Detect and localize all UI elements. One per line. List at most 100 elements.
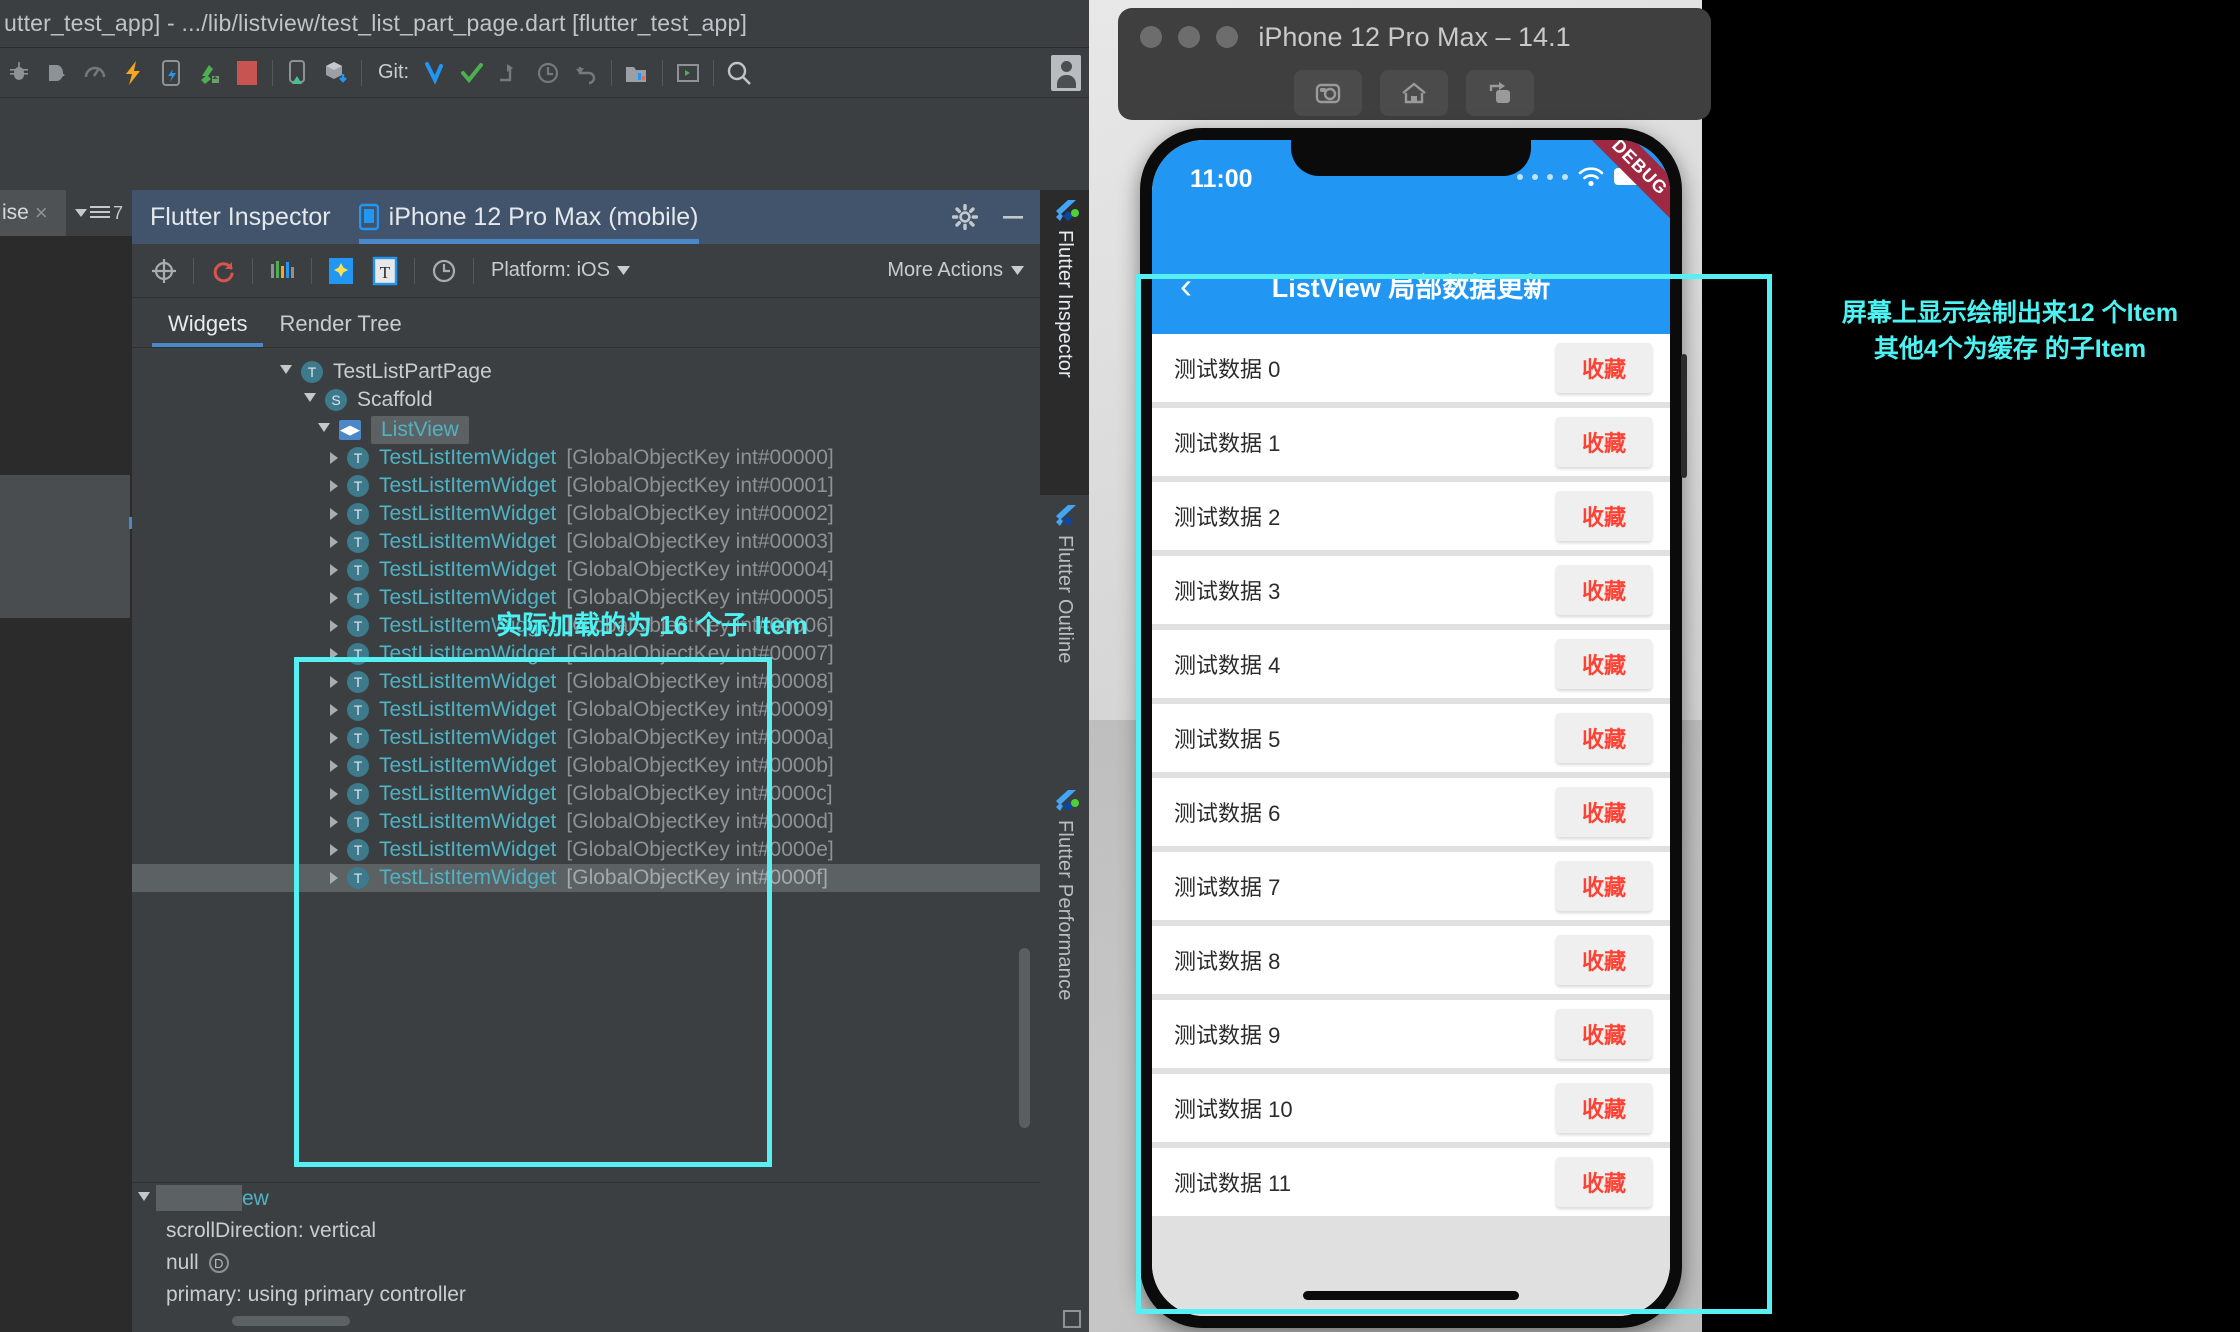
run-device-icon[interactable] bbox=[279, 54, 317, 92]
list-item[interactable]: 测试数据 5 收藏 bbox=[1152, 704, 1670, 772]
resize-handle[interactable] bbox=[1063, 1310, 1081, 1328]
rotate-icon[interactable] bbox=[1466, 70, 1534, 116]
expand-arrow-icon[interactable] bbox=[280, 364, 292, 380]
phone-side-button[interactable] bbox=[1681, 354, 1687, 478]
favorite-button[interactable]: 收藏 bbox=[1556, 713, 1652, 763]
expand-arrow-icon[interactable] bbox=[330, 480, 338, 492]
git-update-icon[interactable] bbox=[415, 54, 453, 92]
expand-arrow-icon[interactable] bbox=[138, 1191, 150, 1207]
list-item[interactable]: 测试数据 0 收藏 bbox=[1152, 334, 1670, 402]
slow-animations-icon[interactable] bbox=[260, 251, 304, 291]
tree-row-item[interactable]: T TestListItemWidget [GlobalObjectKey int#… bbox=[132, 724, 1040, 752]
select-widget-mode-icon[interactable] bbox=[142, 251, 186, 291]
terminal-icon[interactable] bbox=[669, 54, 707, 92]
tree-row-item[interactable]: T TestListItemWidget [GlobalObjectKey int#… bbox=[132, 444, 1040, 472]
list-item[interactable]: 测试数据 1 收藏 bbox=[1152, 408, 1670, 476]
tree-row-item[interactable]: T TestListItemWidget [GlobalObjectKey int#… bbox=[132, 696, 1040, 724]
expand-arrow-icon[interactable] bbox=[318, 422, 330, 438]
expand-arrow-icon[interactable] bbox=[330, 760, 338, 772]
git-history-icon[interactable] bbox=[529, 54, 567, 92]
favorite-button[interactable]: 收藏 bbox=[1556, 639, 1652, 689]
list-item[interactable]: 测试数据 11 收藏 bbox=[1152, 1148, 1670, 1216]
expand-arrow-icon[interactable] bbox=[330, 732, 338, 744]
tab-render-tree[interactable]: Render Tree bbox=[263, 311, 417, 347]
expand-arrow-icon[interactable] bbox=[330, 508, 338, 520]
expand-arrow-icon[interactable] bbox=[330, 704, 338, 716]
property-row[interactable]: primary: using primary controller bbox=[132, 1279, 1040, 1311]
tree-row-item[interactable]: T TestListItemWidget [GlobalObjectKey int#… bbox=[132, 780, 1040, 808]
tree-row-item[interactable]: T TestListItemWidget [GlobalObjectKey int#… bbox=[132, 864, 1040, 892]
avatar[interactable] bbox=[1051, 55, 1081, 91]
property-row[interactable]: scrollDirection: vertical bbox=[132, 1215, 1040, 1247]
left-panel-options[interactable]: 7 bbox=[66, 190, 132, 236]
list-item[interactable]: 测试数据 8 收藏 bbox=[1152, 926, 1670, 994]
minimize-icon[interactable] bbox=[1000, 204, 1026, 230]
screenshot-icon[interactable] bbox=[1294, 70, 1362, 116]
favorite-button[interactable]: 收藏 bbox=[1556, 935, 1652, 985]
flutter-device-icon[interactable] bbox=[152, 54, 190, 92]
vtab-flutter-inspector[interactable]: Flutter Inspector bbox=[1040, 190, 1089, 495]
git-revert-icon[interactable] bbox=[567, 54, 605, 92]
tree-row-scaffold[interactable]: S Scaffold bbox=[132, 386, 1040, 414]
close-icon[interactable]: × bbox=[35, 200, 48, 226]
favorite-button[interactable]: 收藏 bbox=[1556, 491, 1652, 541]
stop-icon[interactable] bbox=[228, 54, 266, 92]
profile-icon[interactable] bbox=[76, 54, 114, 92]
expand-arrow-icon[interactable] bbox=[330, 564, 338, 576]
build-package-icon[interactable] bbox=[317, 54, 355, 92]
expand-arrow-icon[interactable] bbox=[330, 788, 338, 800]
debug-icon[interactable] bbox=[0, 54, 38, 92]
favorite-button[interactable]: 收藏 bbox=[1556, 1009, 1652, 1059]
list-item[interactable]: 测试数据 7 收藏 bbox=[1152, 852, 1670, 920]
tree-row-item[interactable]: T TestListItemWidget [GlobalObjectKey int#… bbox=[132, 808, 1040, 836]
left-panel-tab[interactable]: ise × bbox=[0, 190, 66, 236]
tree-row-item[interactable]: T TestListItemWidget [GlobalObjectKey int#… bbox=[132, 528, 1040, 556]
tree-row-item[interactable]: T TestListItemWidget [GlobalObjectKey int#… bbox=[132, 640, 1040, 668]
favorite-button[interactable]: 收藏 bbox=[1556, 1083, 1652, 1133]
expand-arrow-icon[interactable] bbox=[330, 536, 338, 548]
tree-row-item[interactable]: T TestListItemWidget [GlobalObjectKey int#… bbox=[132, 500, 1040, 528]
platform-dropdown[interactable]: Platform: iOS bbox=[491, 259, 630, 282]
performance-overlay-icon[interactable] bbox=[422, 251, 466, 291]
list-item[interactable]: 测试数据 3 收藏 bbox=[1152, 556, 1670, 624]
debug-paint-icon[interactable] bbox=[319, 251, 363, 291]
property-row[interactable]: null D bbox=[132, 1247, 1040, 1279]
favorite-button[interactable]: 收藏 bbox=[1556, 417, 1652, 467]
favorite-button[interactable]: 收藏 bbox=[1556, 1157, 1652, 1207]
more-actions-dropdown[interactable]: More Actions bbox=[887, 259, 1024, 282]
hot-reload-icon[interactable] bbox=[114, 54, 152, 92]
search-everywhere-icon[interactable] bbox=[720, 54, 758, 92]
list-item[interactable]: 测试数据 10 收藏 bbox=[1152, 1074, 1670, 1142]
expand-arrow-icon[interactable] bbox=[330, 872, 338, 884]
properties-horizontal-scrollbar[interactable] bbox=[232, 1316, 350, 1326]
favorite-button[interactable]: 收藏 bbox=[1556, 343, 1652, 393]
tree-row-item[interactable]: T TestListItemWidget [GlobalObjectKey int#… bbox=[132, 836, 1040, 864]
home-icon[interactable] bbox=[1380, 70, 1448, 116]
git-push-icon[interactable] bbox=[491, 54, 529, 92]
list-item[interactable]: 测试数据 4 收藏 bbox=[1152, 630, 1670, 698]
step-over-icon[interactable] bbox=[38, 54, 76, 92]
paint-baselines-icon[interactable]: T bbox=[363, 251, 407, 291]
vtab-flutter-outline[interactable]: Flutter Outline bbox=[1040, 495, 1089, 780]
expand-arrow-icon[interactable] bbox=[330, 816, 338, 828]
favorite-button[interactable]: 收藏 bbox=[1556, 861, 1652, 911]
expand-arrow-icon[interactable] bbox=[330, 648, 338, 660]
tree-row-item[interactable]: T TestListItemWidget [GlobalObjectKey int#… bbox=[132, 556, 1040, 584]
expand-arrow-icon[interactable] bbox=[330, 844, 338, 856]
project-structure-icon[interactable] bbox=[618, 54, 656, 92]
expand-arrow-icon[interactable] bbox=[330, 620, 338, 632]
device-tab[interactable]: iPhone 12 Pro Max (mobile) bbox=[358, 190, 699, 244]
vtab-flutter-performance[interactable]: Flutter Performance bbox=[1040, 780, 1089, 1120]
favorite-button[interactable]: 收藏 bbox=[1556, 787, 1652, 837]
favorite-button[interactable]: 收藏 bbox=[1556, 565, 1652, 615]
tree-row-item[interactable]: T TestListItemWidget [GlobalObjectKey int#… bbox=[132, 668, 1040, 696]
tree-row-root[interactable]: T TestListPartPage bbox=[132, 358, 1040, 386]
list-item[interactable]: 测试数据 6 收藏 bbox=[1152, 778, 1670, 846]
expand-arrow-icon[interactable] bbox=[330, 452, 338, 464]
tree-row-item[interactable]: T TestListItemWidget [GlobalObjectKey int#… bbox=[132, 472, 1040, 500]
tab-widgets[interactable]: Widgets bbox=[152, 311, 264, 347]
flutter-attach-icon[interactable] bbox=[190, 54, 228, 92]
refresh-tree-icon[interactable] bbox=[201, 251, 245, 291]
list-item[interactable]: 测试数据 2 收藏 bbox=[1152, 482, 1670, 550]
list-item[interactable]: 测试数据 9 收藏 bbox=[1152, 1000, 1670, 1068]
